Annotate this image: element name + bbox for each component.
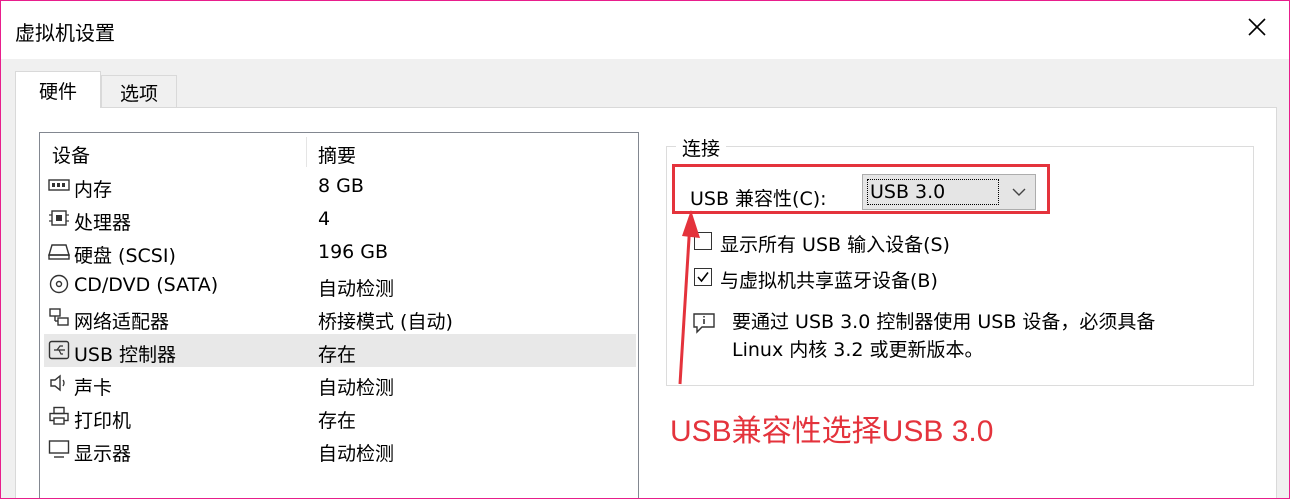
column-header-device[interactable]: 设备 (52, 141, 90, 168)
list-item-display[interactable]: 显示器 自动检测 (44, 433, 636, 466)
network-icon (49, 308, 69, 326)
list-item-printer[interactable]: 打印机 存在 (44, 400, 636, 433)
device-name: 处理器 (74, 212, 132, 234)
list-item-harddisk[interactable]: 硬盘 (SCSI) 196 GB (44, 235, 636, 268)
list-item-processor[interactable]: 处理器 4 (44, 202, 636, 235)
cd-dvd-icon (49, 274, 69, 294)
device-summary: 自动检测 (318, 278, 395, 300)
device-name: CD/DVD (SATA) (74, 274, 219, 296)
title-bar: 虚拟机设置 (1, 1, 1289, 59)
list-item-cd-dvd[interactable]: CD/DVD (SATA) 自动检测 (44, 268, 636, 301)
device-name: 显示器 (74, 443, 132, 465)
device-name: 内存 (74, 179, 113, 201)
annotation-text: USB兼容性选择USB 3.0 (670, 415, 994, 448)
harddisk-icon (48, 244, 70, 260)
note-line: 要通过 USB 3.0 控制器使用 USB 设备，必须具备 (732, 311, 1156, 333)
list-item-usb-controller[interactable]: USB 控制器 存在 (44, 334, 636, 367)
device-summary: 存在 (318, 344, 357, 366)
connection-group-title: 连接 (676, 134, 727, 161)
speaker-icon (50, 374, 65, 392)
list-item-memory[interactable]: 内存 8 GB (44, 169, 636, 202)
device-summary: 4 (318, 208, 331, 230)
column-divider[interactable] (306, 137, 307, 167)
checkbox-label: 显示所有 USB 输入设备(S) (720, 234, 950, 256)
processor-icon (49, 210, 69, 226)
usb-icon (48, 340, 70, 360)
device-name: 打印机 (74, 410, 132, 432)
device-summary: 自动检测 (318, 443, 395, 465)
annotation-arrow (678, 210, 700, 385)
device-list-header: 设备 摘要 (40, 133, 638, 167)
printer-icon (49, 406, 69, 425)
device-name: 声卡 (74, 377, 113, 399)
tab-options[interactable]: 选项 (101, 75, 177, 108)
vm-settings-window: 虚拟机设置 硬件 选项 设备 摘要 内存 8 GB 处理器 4 硬盘 (SCSI… (0, 0, 1290, 499)
note-line: Linux 内核 3.2 或更新版本。 (732, 339, 984, 361)
checkbox-label: 与虚拟机共享蓝牙设备(B) (720, 270, 938, 292)
device-name: 网络适配器 (74, 311, 170, 333)
device-summary: 存在 (318, 410, 357, 432)
monitor-icon (48, 440, 70, 458)
highlight-box (672, 164, 1050, 214)
list-item-sound-card[interactable]: 声卡 自动检测 (44, 367, 636, 400)
usb3-requirement-note: 要通过 USB 3.0 控制器使用 USB 设备，必须具备 Linux 内核 3… (732, 308, 1252, 364)
device-name: 硬盘 (SCSI) (74, 245, 176, 267)
tab-hardware[interactable]: 硬件 (15, 71, 101, 108)
hardware-pane: 设备 摘要 内存 8 GB 处理器 4 硬盘 (SCSI) 196 GB CD/… (15, 107, 1277, 498)
close-icon[interactable] (1243, 13, 1271, 41)
column-header-summary[interactable]: 摘要 (318, 141, 356, 168)
device-summary: 桥接模式 (自动) (318, 311, 453, 333)
device-summary: 8 GB (318, 175, 364, 197)
list-item-network[interactable]: 网络适配器 桥接模式 (自动) (44, 301, 636, 334)
device-summary: 196 GB (318, 241, 389, 263)
device-name: USB 控制器 (74, 344, 177, 366)
device-summary: 自动检测 (318, 377, 395, 399)
memory-icon (48, 179, 70, 191)
window-title: 虚拟机设置 (15, 21, 115, 45)
device-list[interactable]: 设备 摘要 内存 8 GB 处理器 4 硬盘 (SCSI) 196 GB CD/… (39, 132, 639, 498)
